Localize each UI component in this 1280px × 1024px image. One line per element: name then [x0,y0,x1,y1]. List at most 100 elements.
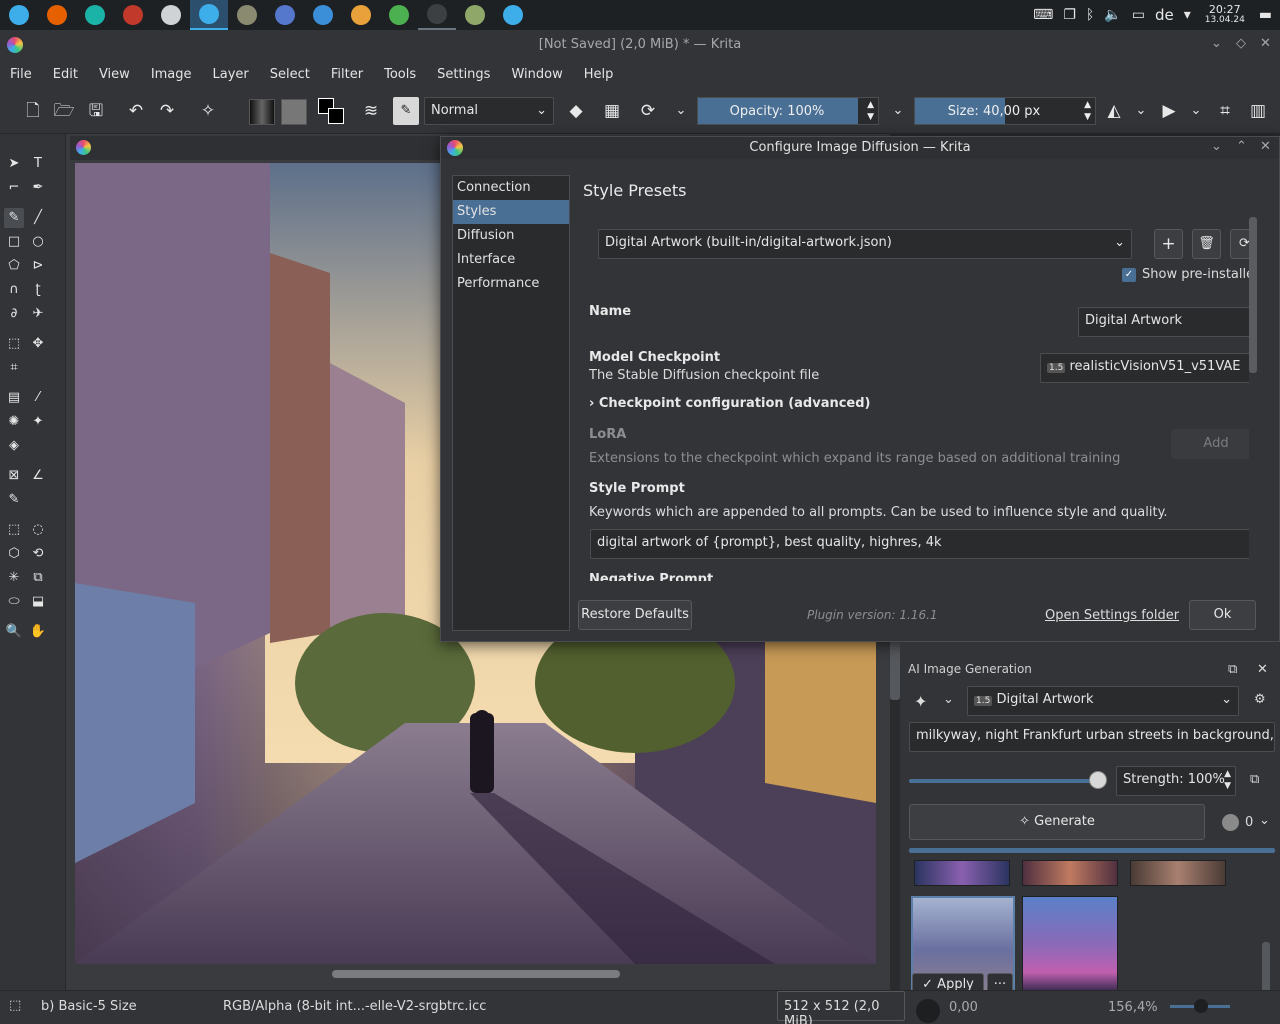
style-combo[interactable]: 1.5 Digital Artwork ⌄ [967,686,1239,716]
move-tool-icon[interactable]: ✥ [28,334,48,354]
background-color[interactable] [328,108,344,124]
open-document-icon[interactable]: 🗁 [53,100,75,122]
rect-select-icon[interactable]: ⬚ [4,520,24,540]
strength-slider-handle[interactable] [1089,771,1107,789]
generate-button[interactable]: ✧ Generate [909,804,1205,840]
fill-tool-icon[interactable]: ◈ [4,436,24,456]
taskbar-app[interactable] [304,0,342,30]
mirror-vertical-icon[interactable]: ▶ [1158,100,1180,122]
menu-layer[interactable]: Layer [203,67,260,82]
nav-item-performance[interactable]: Performance [453,272,569,296]
taskbar-app[interactable] [190,0,228,30]
ai-tool-icon[interactable]: ✧ [197,100,219,122]
spin-arrows-icon[interactable]: ▲ ▼ [867,99,874,123]
pattern-selector[interactable] [281,99,307,125]
save-icon[interactable]: 🖫 [85,100,107,122]
rotation-dial[interactable] [916,999,940,1023]
ellipse-tool-icon[interactable]: ○ [28,232,48,252]
history-thumbnail[interactable] [1022,860,1118,886]
colorize-mask-icon[interactable]: ✦ [28,412,48,432]
menu-file[interactable]: File [0,67,43,82]
magnetic-select-icon[interactable]: ⬓ [28,592,48,612]
checkpoint-combo[interactable]: 1.5 realisticVisionV51_v51VAE [1040,353,1249,383]
select-shape-icon[interactable]: ➤ [4,154,24,174]
minimize-icon[interactable]: ⌄ [1211,36,1222,51]
reload-preset-icon[interactable]: ⟳ [637,100,659,122]
nav-item-interface[interactable]: Interface [453,248,569,272]
taskbar-app[interactable] [418,0,456,30]
vertical-scrollbar[interactable] [890,640,900,700]
eraser-icon[interactable]: ◆ [565,100,587,122]
strength-spinbox[interactable]: Strength: 100% ▲ ▼ [1116,766,1236,796]
taskbar-app[interactable] [228,0,266,30]
checkpoint-config-toggle[interactable]: › Checkpoint configuration (advanced) [589,396,871,411]
size-slider[interactable]: Size: 40,00 px ▲ ▼ [914,97,1096,125]
assistant-tool-icon[interactable]: ⊠ [4,466,24,486]
display-icon[interactable]: ▭ [1132,7,1145,23]
gradient-selector[interactable] [249,99,275,125]
measure-tool-icon[interactable]: ∠ [28,466,48,486]
eyedropper-icon[interactable]: ⁄ [28,388,48,408]
smart-patch-icon[interactable]: ✺ [4,412,24,432]
polygon-tool-icon[interactable]: ⬠ [4,256,24,276]
style-preset-combo[interactable]: Digital Artwork (built-in/digital-artwor… [598,229,1132,259]
rectangle-tool-icon[interactable]: □ [4,232,24,252]
multibrush-icon[interactable]: ✈ [28,304,48,324]
menu-select[interactable]: Select [260,67,321,82]
history-thumbnail[interactable] [1022,896,1118,992]
chevron-down-icon[interactable]: ⌄ [1185,100,1207,122]
strength-track[interactable] [909,779,1099,783]
maximize-icon[interactable]: ⌃ [1236,139,1247,154]
text-tool-icon[interactable]: T [28,154,48,174]
gear-icon[interactable]: ⚙ [1254,692,1266,707]
show-preinstalled-checkbox[interactable]: ✓ [1122,268,1136,282]
close-window-icon[interactable]: ✕ [1260,36,1271,51]
taskbar-app[interactable] [38,0,76,30]
menu-edit[interactable]: Edit [43,67,89,82]
crop-tool-icon[interactable]: ⌗ [4,358,24,378]
nav-item-diffusion[interactable]: Diffusion [453,224,569,248]
style-prompt-input[interactable]: digital artwork of {prompt}, best qualit… [590,529,1249,559]
refresh-preset-button[interactable]: ⟳ [1230,229,1249,259]
queue-indicator[interactable] [1222,814,1239,831]
minimize-icon[interactable]: ⌄ [1211,139,1222,154]
freehand-path-icon[interactable]: ʈ [28,280,48,300]
brush-icon[interactable]: ⬚ [9,998,21,1013]
taskbar-app[interactable] [494,0,532,30]
menu-window[interactable]: Window [501,67,573,82]
taskbar-app[interactable] [114,0,152,30]
keyboard-layout[interactable]: de [1155,6,1174,24]
prompt-input[interactable]: milkyway, night Frankfurt urban streets … [909,722,1275,752]
zoom-tool-icon[interactable]: 🔍 [4,622,24,642]
new-document-icon[interactable]: 🗋 [22,100,44,122]
chevron-down-icon[interactable]: ⌄ [1259,813,1270,828]
close-dialog-icon[interactable]: ✕ [1260,139,1271,154]
float-docker-icon[interactable]: ⧉ [1228,662,1237,677]
taskbar-app[interactable] [76,0,114,30]
edit-shape-icon[interactable]: ⌐ [4,178,24,198]
close-docker-icon[interactable]: ✕ [1257,662,1268,677]
color-profile[interactable]: RGB/Alpha (8-bit int...-elle-V2-srgbtrc.… [223,999,486,1014]
spin-arrows-icon[interactable]: ▲ ▼ [1084,99,1091,123]
add-lora-button[interactable]: Add [1171,429,1249,459]
ellipse-select-icon[interactable]: ◌ [28,520,48,540]
menu-help[interactable]: Help [574,67,625,82]
freehand-brush-icon[interactable]: ✎ [4,208,24,228]
chevron-down-icon[interactable]: ⌄ [1130,100,1152,122]
menu-tools[interactable]: Tools [374,67,427,82]
line-tool-icon[interactable]: ╱ [28,208,48,228]
open-settings-folder-link[interactable]: Open Settings folder [1045,608,1179,623]
gradient-tool-icon[interactable]: ▤ [4,388,24,408]
transform-tool-icon[interactable]: ⬚ [4,334,24,354]
mirror-horizontal-icon[interactable]: ◭ [1103,100,1125,122]
contiguous-select-icon[interactable]: ✳ [4,568,24,588]
brush-preset-icon[interactable]: ✎ [393,97,419,125]
menu-settings[interactable]: Settings [427,67,501,82]
workspace-icon[interactable]: ▥ [1247,100,1269,122]
ok-button[interactable]: Ok [1189,600,1256,630]
similar-select-icon[interactable]: ⧉ [28,568,48,588]
nav-item-styles[interactable]: Styles [453,200,569,224]
chevron-down-icon[interactable]: ⌄ [943,692,954,707]
taskbar-app[interactable] [0,0,38,30]
menu-filter[interactable]: Filter [321,67,374,82]
